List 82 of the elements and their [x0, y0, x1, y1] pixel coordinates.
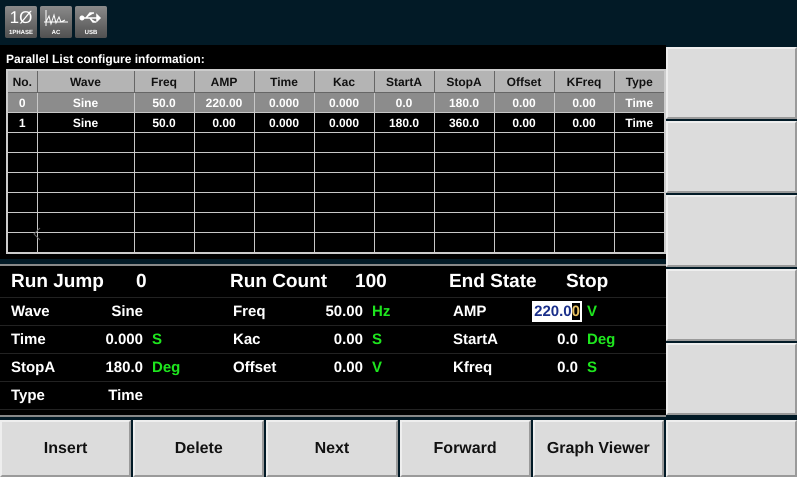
- column-header: StartA: [374, 70, 434, 92]
- param-value: 0.0: [556, 331, 578, 348]
- softkey-button[interactable]: [666, 269, 797, 341]
- param-unit: Deg: [151, 359, 182, 376]
- column-header: AMP: [194, 70, 254, 92]
- table-cell: 0.000: [314, 92, 374, 112]
- table-cell: 0.0: [374, 92, 434, 112]
- softkey-button[interactable]: [666, 343, 797, 415]
- table-cell: 0.00: [494, 92, 554, 112]
- param-value: 50.00: [324, 303, 363, 320]
- summary-label: Run Jump: [11, 270, 105, 292]
- function-button[interactable]: Graph Viewer: [532, 420, 664, 477]
- table-cell: 1: [7, 112, 37, 132]
- column-header: StopA: [434, 70, 494, 92]
- table-cell: 0.000: [314, 112, 374, 132]
- table-cell: Time: [614, 92, 665, 112]
- table-cell: Sine: [37, 112, 134, 132]
- table-cell: 0.000: [254, 112, 314, 132]
- table-cell: 220.00: [194, 92, 254, 112]
- table-cell: 180.0: [434, 92, 494, 112]
- param-unit: Hz: [371, 303, 392, 320]
- summary-value: Stop: [566, 270, 610, 292]
- param-label: Wave: [11, 303, 51, 320]
- summary-value: 0: [136, 270, 148, 292]
- column-header: Time: [254, 70, 314, 92]
- function-button[interactable]: Next: [266, 420, 398, 477]
- param-label: Offset: [233, 359, 278, 376]
- param-label: AMP: [453, 303, 488, 320]
- column-header: Offset: [494, 70, 554, 92]
- param-value: 0.00: [332, 359, 363, 376]
- softkey-button[interactable]: [666, 420, 797, 477]
- waveform-icon: [43, 8, 69, 28]
- table-cell: 360.0: [434, 112, 494, 132]
- table-cell: 0.00: [554, 112, 614, 132]
- param-unit: S: [371, 331, 384, 348]
- table-cell: 0.00: [554, 92, 614, 112]
- phase-symbol: 1Ø: [10, 8, 32, 28]
- function-button[interactable]: Insert: [0, 420, 132, 477]
- summary-value: 100: [355, 270, 388, 292]
- list-row[interactable]: 1 Sine 50.0 0.00 0.000 0.000 180.0 360.0 0.00 0.00 Time: [7, 112, 665, 132]
- param-label: StopA: [11, 359, 56, 376]
- param-unit: V: [586, 303, 598, 320]
- amp-input-field[interactable]: 220.00: [532, 301, 582, 322]
- table-cell: 0.00: [194, 112, 254, 132]
- column-header: Wave: [37, 70, 134, 92]
- table-cell: Sine: [37, 92, 134, 112]
- param-unit: S: [586, 359, 598, 376]
- function-button[interactable]: Forward: [400, 420, 531, 477]
- table-cell: 50.0: [134, 92, 194, 112]
- param-value: 180.0: [104, 359, 143, 376]
- table-cell: 0.00: [494, 112, 554, 132]
- column-header: Freq: [134, 70, 194, 92]
- summary-label: End State: [449, 270, 538, 292]
- param-value: 0.00: [332, 331, 363, 348]
- softkey-button[interactable]: [666, 47, 797, 119]
- summary-label: Run Count: [230, 270, 328, 292]
- column-header: Kac: [314, 70, 374, 92]
- param-label: Freq: [233, 303, 267, 320]
- softkey-button[interactable]: [666, 195, 797, 267]
- param-label: Time: [11, 331, 47, 348]
- param-unit: Deg: [586, 331, 616, 348]
- param-unit: V: [371, 359, 384, 376]
- param-label: Kac: [233, 331, 262, 348]
- table-cell: 0: [7, 92, 37, 112]
- param-value: Time: [107, 387, 143, 404]
- param-value: Sine: [110, 303, 143, 320]
- table-cell: 50.0: [134, 112, 194, 132]
- column-header: No.: [7, 70, 37, 92]
- table-cell: 0.000: [254, 92, 314, 112]
- param-label: StartA: [453, 331, 500, 348]
- list-title: Parallel List configure information:: [6, 53, 205, 66]
- param-label: Type: [11, 387, 46, 404]
- param-label: Kfreq: [453, 359, 494, 376]
- scroll-left-icon[interactable]: [33, 227, 41, 241]
- param-value: 0.0: [556, 359, 578, 376]
- table-cell: 180.0: [374, 112, 434, 132]
- column-header: KFreq: [554, 70, 614, 92]
- softkey-button[interactable]: [666, 121, 797, 193]
- param-value: 0.000: [104, 331, 143, 348]
- column-header: Type: [614, 70, 665, 92]
- function-button[interactable]: Delete: [133, 420, 264, 477]
- param-unit: S: [151, 331, 164, 348]
